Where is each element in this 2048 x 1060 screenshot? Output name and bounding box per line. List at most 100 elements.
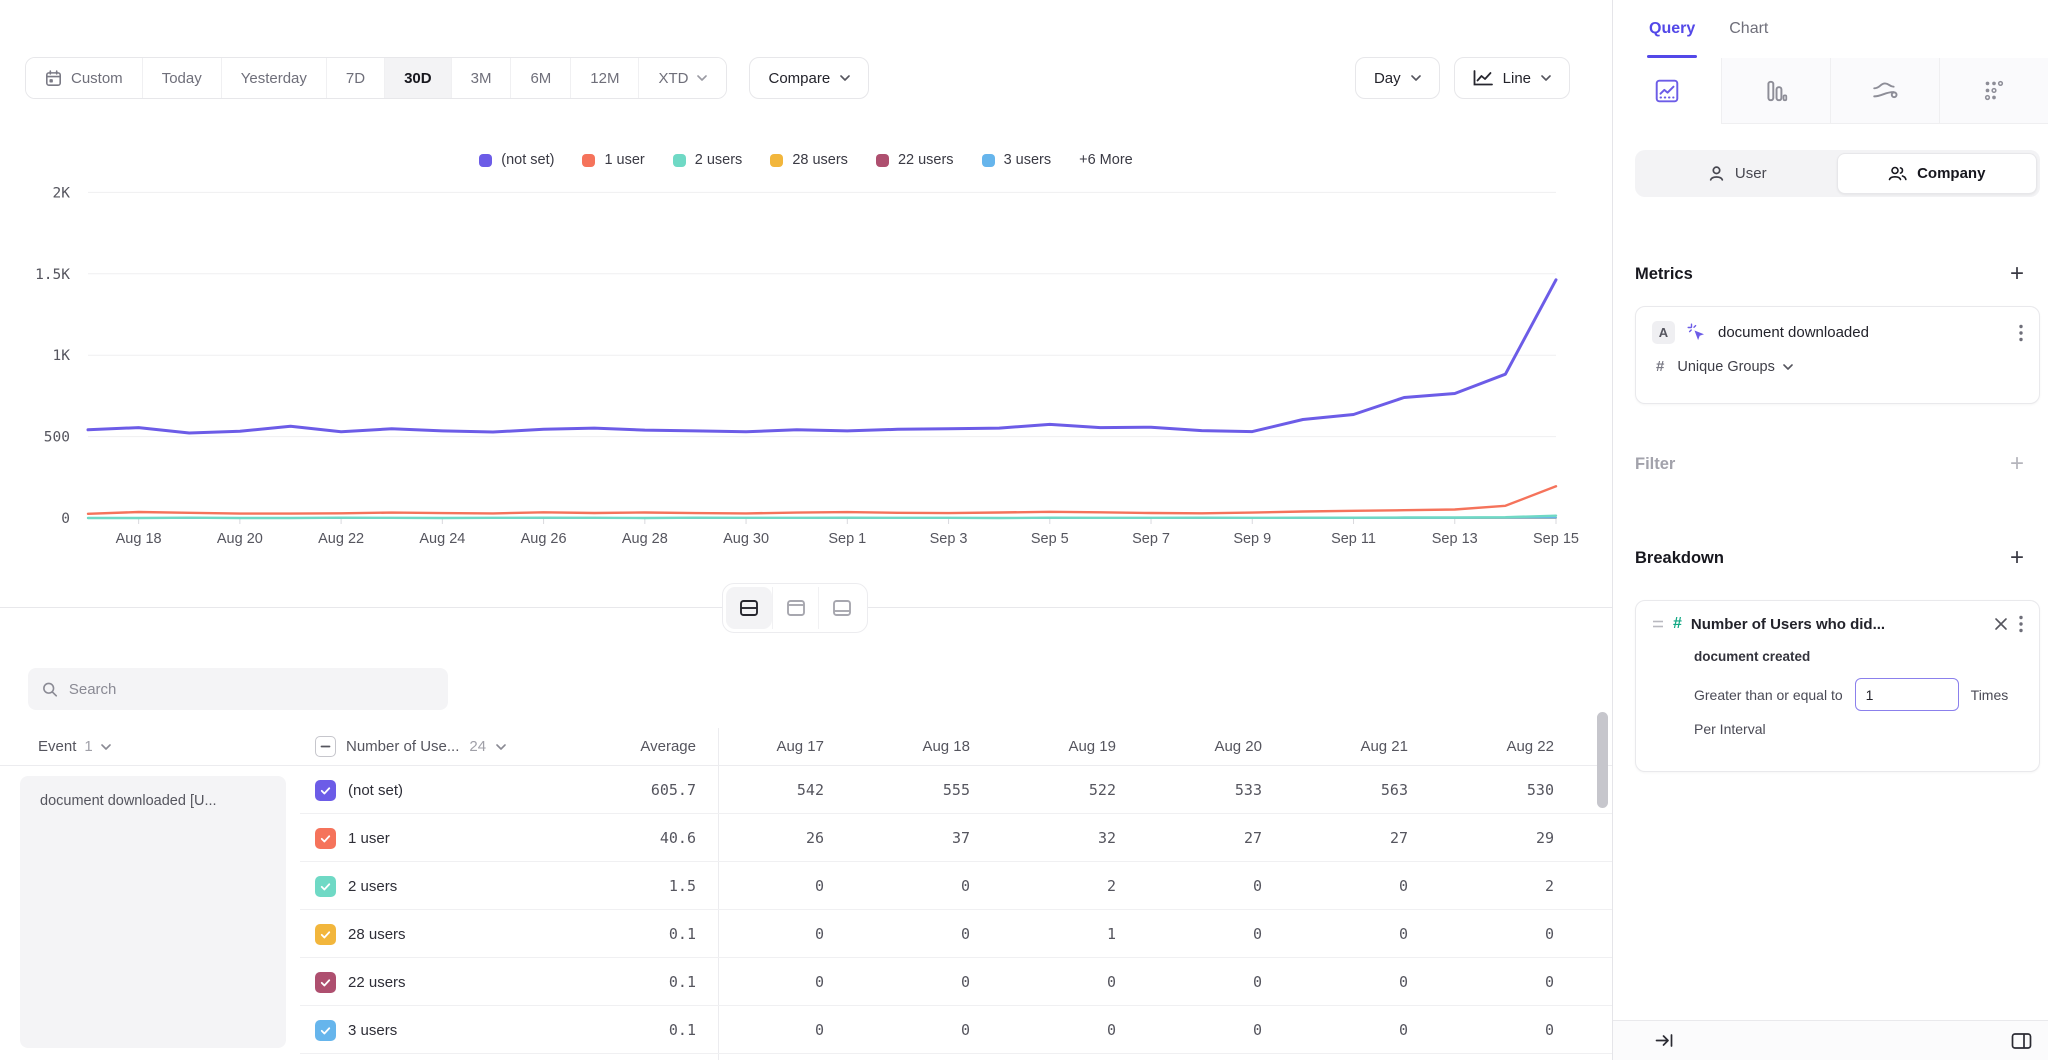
average-value: 605.7 — [550, 781, 718, 799]
breakdown-title: Breakdown — [1635, 549, 1724, 568]
interval-button[interactable]: Day — [1355, 57, 1440, 99]
svg-text:Sep 13: Sep 13 — [1432, 531, 1478, 547]
series-checkbox[interactable] — [315, 924, 336, 945]
remove-breakdown-button[interactable] — [1992, 615, 2010, 633]
users-icon — [1888, 165, 1907, 182]
legend-item[interactable]: 3 users — [982, 152, 1052, 168]
series-checkbox[interactable] — [315, 780, 336, 801]
series-checkbox[interactable] — [315, 828, 336, 849]
svg-text:Sep 15: Sep 15 — [1533, 531, 1579, 547]
add-filter-button[interactable]: + — [2010, 452, 2024, 476]
chart-type-bar-tab[interactable] — [1721, 58, 1830, 124]
select-all-checkbox[interactable] — [315, 736, 336, 757]
legend-label: 22 users — [898, 152, 954, 168]
chart-legend: (not set) 1 user 2 users 28 users 22 users 3 … — [0, 152, 1612, 168]
range-3m-button[interactable]: 3M — [451, 58, 511, 98]
line-chart-icon — [1473, 70, 1493, 86]
range-xtd-button[interactable]: XTD — [638, 58, 726, 98]
range-6m-button[interactable]: 6M — [510, 58, 570, 98]
legend-label: 2 users — [695, 152, 743, 168]
range-label: XTD — [658, 70, 688, 87]
layout-split-button[interactable] — [726, 587, 772, 629]
add-breakdown-button[interactable]: + — [2010, 546, 2024, 570]
legend-more-link[interactable]: +6 More — [1079, 152, 1133, 168]
event-group-cell[interactable]: document downloaded [U... — [20, 776, 286, 1048]
value-cell: 522 — [1010, 781, 1156, 799]
legend-item[interactable]: 1 user — [582, 152, 644, 168]
entity-user-option[interactable]: User — [1638, 153, 1837, 194]
legend-item[interactable]: 22 users — [876, 152, 954, 168]
breakdown-condition-label[interactable]: Greater than or equal to — [1694, 687, 1843, 703]
series-label: 22 users — [348, 974, 406, 991]
chart-style-button[interactable]: Line — [1454, 57, 1570, 99]
legend-item[interactable]: (not set) — [479, 152, 554, 168]
range-label: 7D — [346, 70, 365, 87]
query-panel: Query Chart User Company — [1612, 0, 2048, 1060]
add-metric-button[interactable]: + — [2010, 262, 2024, 286]
chart-type-flow-tab[interactable] — [1830, 58, 1939, 124]
breakdown-event-name[interactable]: document created — [1652, 649, 2023, 664]
breakdown-per-interval-label[interactable]: Per Interval — [1652, 721, 2023, 737]
search-input[interactable] — [69, 681, 434, 698]
metric-menu-button[interactable] — [2019, 324, 2023, 342]
legend-swatch — [770, 154, 783, 167]
range-30d-button[interactable]: 30D — [384, 58, 451, 98]
series-checkbox[interactable] — [315, 876, 336, 897]
chart-type-dots-tab[interactable] — [1939, 58, 2048, 124]
value-cell: 29 — [1448, 829, 1594, 847]
table-search — [28, 668, 448, 710]
user-icon — [1708, 165, 1725, 182]
group-header-label[interactable]: Number of Use... — [346, 738, 459, 755]
calendar-icon — [45, 70, 62, 87]
collapse-right-icon — [1655, 1032, 1674, 1049]
svg-text:0: 0 — [61, 511, 70, 527]
drag-handle-icon[interactable] — [1652, 619, 1664, 629]
breakdown-value-input[interactable] — [1855, 678, 1959, 711]
split-view-button[interactable] — [2009, 1030, 2034, 1052]
check-icon — [318, 831, 333, 846]
range-today-button[interactable]: Today — [142, 58, 221, 98]
breakdown-card[interactable]: # Number of Users who did... document cr… — [1635, 600, 2040, 772]
breakdown-property-name[interactable]: Number of Users who did... — [1691, 616, 1983, 633]
legend-label: (not set) — [501, 152, 554, 168]
value-cell: 0 — [718, 877, 864, 895]
value-cell: 0 — [1156, 877, 1302, 895]
collapse-panel-button[interactable] — [1653, 1030, 1676, 1051]
event-column-header[interactable]: Event 1 — [0, 738, 300, 755]
chevron-down-icon — [1411, 75, 1421, 81]
legend-item[interactable]: 28 users — [770, 152, 848, 168]
layout-chart-only-button[interactable] — [772, 587, 818, 629]
value-cell: 0 — [864, 1021, 1010, 1039]
metric-letter-badge: A — [1652, 321, 1675, 344]
series-label: 28 users — [348, 926, 406, 943]
line-chart-icon — [1654, 78, 1680, 104]
table-vertical-scrollbar[interactable] — [1597, 712, 1608, 808]
minus-icon — [320, 741, 331, 752]
layout-table-only-button[interactable] — [818, 587, 864, 629]
tab-chart[interactable]: Chart — [1729, 0, 1768, 58]
series-checkbox[interactable] — [315, 972, 336, 993]
chart-type-line-tab[interactable] — [1613, 58, 1721, 124]
chevron-down-icon — [1783, 364, 1793, 370]
series-checkbox[interactable] — [315, 1020, 336, 1041]
chevron-down-icon — [496, 744, 506, 750]
entity-company-option[interactable]: Company — [1837, 153, 2038, 194]
kebab-menu-icon — [2019, 615, 2023, 633]
legend-swatch — [982, 154, 995, 167]
tab-query[interactable]: Query — [1649, 0, 1695, 58]
range-7d-button[interactable]: 7D — [326, 58, 384, 98]
breakdown-menu-button[interactable] — [2019, 615, 2023, 633]
measure-selector[interactable]: Unique Groups — [1677, 359, 1793, 375]
chevron-down-icon — [101, 744, 111, 750]
range-custom-button[interactable]: Custom — [26, 58, 142, 98]
range-yesterday-button[interactable]: Yesterday — [221, 58, 326, 98]
chart-canvas[interactable]: 05001K1.5K2KAug 18Aug 20Aug 22Aug 24Aug … — [0, 140, 1612, 570]
compare-button[interactable]: Compare — [749, 57, 869, 99]
range-12m-button[interactable]: 12M — [570, 58, 638, 98]
legend-item[interactable]: 2 users — [673, 152, 743, 168]
metric-card[interactable]: A document downloaded # Unique Groups — [1635, 306, 2040, 404]
chevron-down-icon — [840, 75, 850, 81]
svg-text:Aug 26: Aug 26 — [521, 531, 567, 547]
range-label: Today — [162, 70, 202, 87]
metric-event-name[interactable]: document downloaded — [1718, 324, 2007, 341]
